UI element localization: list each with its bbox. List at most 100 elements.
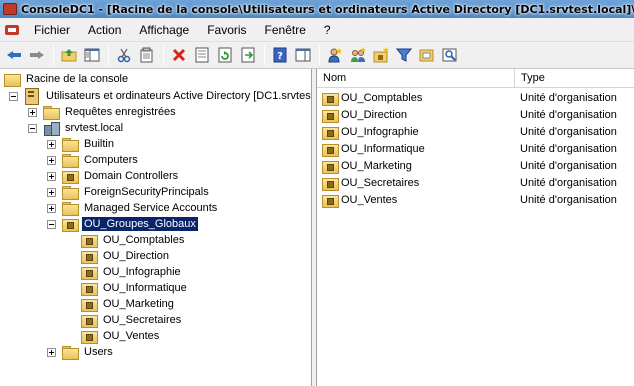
menu-favoris[interactable]: Favoris — [198, 20, 255, 40]
item-type: Unité d'organisation — [520, 108, 617, 121]
collapse-toggle[interactable] — [9, 92, 18, 101]
console-root-icon — [4, 72, 21, 87]
new-user-button[interactable] — [324, 44, 346, 66]
list-item[interactable]: OU_Marketing Unité d'organisation — [317, 157, 634, 174]
toolbar-separator — [163, 45, 164, 65]
tree-item-ou-child[interactable]: OU_Marketing — [81, 296, 176, 312]
tree-label: Users — [84, 346, 113, 358]
item-name: OU_Secretaires — [341, 176, 420, 189]
copy-icon — [140, 47, 153, 63]
forward-button[interactable] — [26, 44, 48, 66]
ou-icon — [81, 233, 98, 248]
tree-pane[interactable]: Racine de la console Utilisateurs et ord… — [0, 69, 312, 386]
ou-icon — [322, 125, 339, 140]
filter-button[interactable] — [393, 44, 415, 66]
toolbar: ? — [0, 42, 634, 69]
toolbar-separator — [264, 45, 265, 65]
expand-toggle[interactable] — [47, 204, 56, 213]
refresh-button[interactable] — [214, 44, 236, 66]
collapse-toggle[interactable] — [28, 124, 37, 133]
column-header-type[interactable]: Type — [515, 69, 634, 88]
tree-item-ou-child[interactable]: OU_Ventes — [81, 328, 161, 344]
tree-item-ou-child[interactable]: OU_Direction — [81, 248, 171, 264]
list-item[interactable]: OU_Comptables Unité d'organisation — [317, 89, 634, 106]
list-pane[interactable]: Nom Type OU_Comptables Unité d'organisat… — [316, 69, 634, 386]
properties-button[interactable] — [191, 44, 213, 66]
tree-label: ForeignSecurityPrincipals — [84, 186, 209, 198]
tree-item-root[interactable]: Racine de la console — [4, 71, 130, 87]
cut-icon — [117, 48, 131, 63]
copy-button[interactable] — [136, 44, 158, 66]
expand-toggle[interactable] — [47, 188, 56, 197]
expand-toggle[interactable] — [47, 172, 56, 181]
list-item[interactable]: OU_Direction Unité d'organisation — [317, 106, 634, 123]
menu-fichier[interactable]: Fichier — [25, 20, 79, 40]
tree-item-ou-child[interactable]: OU_Infographie — [81, 264, 183, 280]
tree-label: OU_Ventes — [103, 330, 160, 342]
list-item[interactable]: OU_Ventes Unité d'organisation — [317, 191, 634, 208]
active-directory-icon — [24, 88, 40, 105]
tree-label: OU_Infographie — [103, 266, 181, 278]
tree-item-ou-child[interactable]: OU_Comptables — [81, 232, 186, 248]
help-button[interactable]: ? — [269, 44, 291, 66]
new-group-button[interactable] — [347, 44, 369, 66]
ou-icon — [81, 281, 98, 296]
cut-button[interactable] — [113, 44, 135, 66]
tree-item-domain-controllers[interactable]: Domain Controllers — [62, 168, 180, 184]
ou-icon — [322, 176, 339, 191]
app-icon[interactable] — [3, 3, 17, 15]
expand-toggle[interactable] — [28, 108, 37, 117]
tree-item-domain[interactable]: srvtest.local — [43, 120, 125, 136]
action-pane-button[interactable] — [292, 44, 314, 66]
new-ou-button[interactable] — [370, 44, 392, 66]
title-bar[interactable]: ConsoleDC1 - [Racine de la console\Utili… — [0, 0, 634, 18]
delete-button[interactable] — [168, 44, 190, 66]
collapse-toggle[interactable] — [47, 220, 56, 229]
expand-toggle[interactable] — [47, 348, 56, 357]
tree-label: OU_Comptables — [103, 234, 185, 246]
list-item[interactable]: OU_Infographie Unité d'organisation — [317, 123, 634, 140]
tree-item-computers[interactable]: Computers — [62, 152, 140, 168]
back-button[interactable] — [3, 44, 25, 66]
mmc-icon[interactable] — [5, 23, 21, 37]
expand-toggle[interactable] — [47, 156, 56, 165]
column-header-nom[interactable]: Nom — [317, 69, 515, 88]
tree-item-users[interactable]: Users — [62, 344, 115, 360]
tree-item-aduc[interactable]: Utilisateurs et ordinateurs Active Direc… — [24, 88, 311, 105]
folder-icon — [62, 137, 79, 152]
tree-item-ou-groupes-globaux[interactable]: OU_Groupes_Globaux — [62, 216, 199, 232]
ou-icon — [81, 265, 98, 280]
folder-icon — [62, 345, 79, 360]
menu-help[interactable]: ? — [315, 20, 340, 40]
tree-item-ou-child[interactable]: OU_Informatique — [81, 280, 189, 296]
list-item[interactable]: OU_Secretaires Unité d'organisation — [317, 174, 634, 191]
tree-item-ou-child[interactable]: OU_Secretaires — [81, 312, 183, 328]
menu-bar: Fichier Action Affichage Favoris Fenêtre… — [0, 18, 634, 42]
show-tree-icon — [84, 48, 100, 62]
menu-affichage[interactable]: Affichage — [130, 20, 198, 40]
expand-toggle[interactable] — [47, 140, 56, 149]
tree-label-selected: OU_Groupes_Globaux — [81, 216, 199, 232]
toolbar-separator — [53, 45, 54, 65]
window-title: ConsoleDC1 - [Racine de la console\Utili… — [21, 2, 634, 16]
tree-label: Computers — [84, 154, 138, 166]
menu-action[interactable]: Action — [79, 20, 130, 40]
ou-icon — [322, 193, 339, 208]
export-button[interactable] — [237, 44, 259, 66]
menu-fenetre[interactable]: Fenêtre — [256, 20, 315, 40]
find-button[interactable] — [439, 44, 461, 66]
export-icon — [241, 47, 255, 63]
tree-item-managed-service-accounts[interactable]: Managed Service Accounts — [62, 200, 219, 216]
toolbar-separator — [108, 45, 109, 65]
show-tree-button[interactable] — [81, 44, 103, 66]
tree-item-builtin[interactable]: Builtin — [62, 136, 116, 152]
ou-icon — [81, 313, 98, 328]
up-button[interactable] — [58, 44, 80, 66]
list-item[interactable]: OU_Informatique Unité d'organisation — [317, 140, 634, 157]
help-icon: ? — [273, 47, 287, 63]
ou-icon — [322, 159, 339, 174]
tree-label: OU_Direction — [103, 250, 170, 262]
tree-item-saved-queries[interactable]: Requêtes enregistrées — [43, 104, 178, 120]
add-to-group-button[interactable] — [416, 44, 438, 66]
tree-item-foreign-security-principals[interactable]: ForeignSecurityPrincipals — [62, 184, 211, 200]
